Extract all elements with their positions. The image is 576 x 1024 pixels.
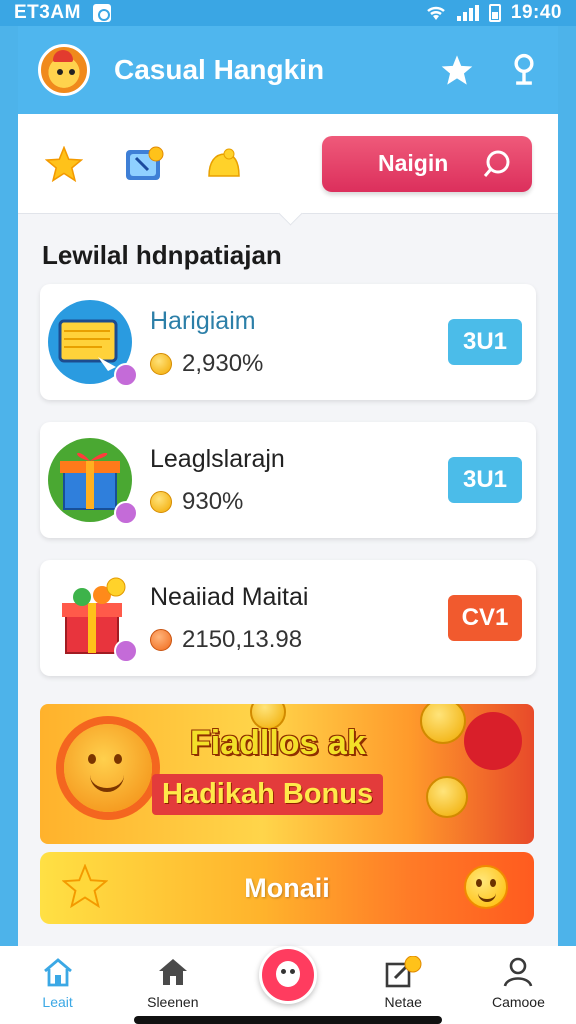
nav-label: Leait [42,994,73,1010]
main-panel: Naigin Lewilal hdnpatiajan Harigiaim 2,9… [18,114,558,946]
search-button[interactable]: Naigin [322,135,532,192]
card-title: Harigiaim [150,306,256,335]
star-icon[interactable] [44,144,84,184]
present-icon [46,573,138,663]
house-icon [158,959,187,985]
nav-item-house[interactable]: Sleenen [115,956,230,1010]
profile-icon [504,957,533,987]
edit-icon [385,956,422,988]
star-icon[interactable] [440,54,474,86]
card-value: 2,930% [182,349,264,377]
status-carrier-time: ET3AM [14,2,81,23]
nav-label: Sleenen [147,994,199,1010]
coin-icon [150,352,172,375]
nav-item-profile[interactable]: Camooe [461,956,576,1010]
nav-item-mascot[interactable] [230,946,345,1004]
card-badge[interactable]: 3U1 [448,319,522,365]
status-left: ET3AM [14,2,111,24]
card-value: 2150,13.98 [182,625,303,653]
search-icon [483,150,510,177]
nav-item-home[interactable]: Leait [0,956,115,1010]
search-button-label: Naigin [378,150,449,176]
card-title: Neaiiad Maitai [150,582,309,611]
status-time: 19:40 [510,2,562,23]
card-value: 930% [182,487,244,515]
badge-dot [114,639,138,663]
card-meta: 2,930% [150,350,448,378]
card-meta: 930% [150,488,448,516]
cta-button[interactable]: Monaii [40,852,534,924]
app-title: Casual Hangkin [114,54,325,85]
nav-item-edit[interactable]: Netae [346,956,461,1010]
sim-icon [92,4,111,22]
list-item[interactable]: Neaiiad Maitai 2150,13.98 CV1 [40,560,536,676]
banner-subtitle: Hadikah Bonus [152,774,384,815]
coin-icon [426,776,468,818]
card-meta: 2150,13.98 [150,626,448,654]
wifi-icon [427,6,445,20]
banner-title: Fiadllos ak [190,724,366,762]
list-item[interactable]: Harigiaim 2,930% 3U1 [40,284,536,400]
badge-dot [114,363,138,387]
signal-icon [456,5,479,21]
card-body: Leaglslarajn 930% [150,445,448,516]
badge-dot [114,501,138,525]
home-icon [43,958,72,987]
coin-icon [150,628,172,651]
header-actions [440,53,538,87]
toolbar: Naigin [18,114,558,214]
nav-label: Netae [384,994,422,1010]
coin-icon [150,490,172,513]
status-right: 19:40 [425,2,562,24]
list-item[interactable]: Leaglslarajn 930% 3U1 [40,422,536,538]
folder-icon [46,297,138,387]
reward-list: Harigiaim 2,930% 3U1 Leaglslarajn 930% 3… [18,284,558,676]
bonus-banner[interactable]: Fiadllos ak Hadikah Bonus [40,704,534,844]
coin-icon [420,704,466,744]
bottom-nav: Leait Sleenen Netae Camooe [0,946,576,1024]
card-badge[interactable]: 3U1 [448,457,522,503]
video-call-icon[interactable] [124,144,164,184]
status-bar: ET3AM 19:40 [0,0,576,26]
app-logo [38,44,90,96]
nav-label: Camooe [491,994,545,1010]
battery-icon [488,4,501,22]
bell-icon[interactable] [204,144,244,184]
card-body: Neaiiad Maitai 2150,13.98 [150,583,448,654]
section-title: Lewilal hdnpatiajan [42,240,282,270]
app-header: Casual Hangkin [18,26,558,114]
card-title: Leaglslarajn [150,444,285,473]
gift-box-icon [46,435,138,525]
gift-icon [464,712,522,770]
card-body: Harigiaim 2,930% [150,307,448,378]
location-pin-icon[interactable] [510,53,538,87]
sun-mascot-icon [64,724,152,812]
cta-label: Monaii [244,872,330,903]
star-icon [62,864,108,908]
mascot-icon[interactable] [259,946,317,1004]
card-badge[interactable]: CV1 [448,595,522,641]
smile-icon [464,865,508,909]
home-indicator [134,1016,442,1024]
